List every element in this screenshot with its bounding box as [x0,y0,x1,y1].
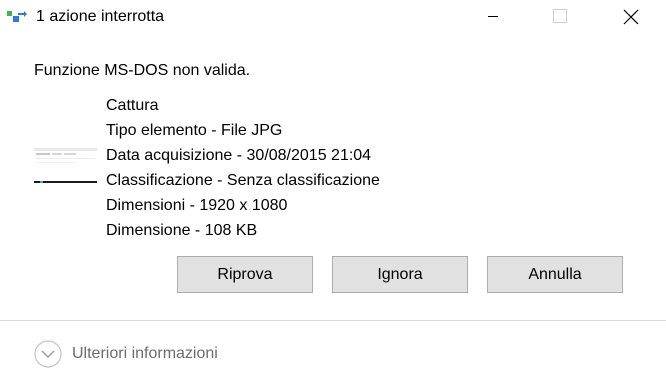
minimize-icon [488,16,498,17]
close-button[interactable] [607,0,653,32]
file-copy-icon [7,10,27,24]
file-type: Tipo elemento - File JPG [106,122,283,139]
minimize-button[interactable] [470,0,516,32]
retry-button[interactable]: Riprova [177,256,313,293]
chevron-down-circle-icon [34,340,62,368]
file-thumbnail [34,148,97,184]
window-title: 1 azione interrotta [36,8,165,25]
file-rating: Classificazione - Senza classificazione [106,172,380,189]
divider [0,320,666,321]
cancel-button[interactable]: Annulla [487,256,623,293]
file-details: Cattura Tipo elemento - File JPG Data ac… [106,93,380,243]
close-icon [623,9,639,25]
file-size: Dimensione - 108 KB [106,222,258,239]
ignore-button[interactable]: Ignora [332,256,468,293]
more-info-label: Ulteriori informazioni [72,345,218,362]
file-date: Data acquisizione - 30/08/2015 21:04 [106,147,372,164]
file-dimensions: Dimensioni - 1920 x 1080 [106,197,288,214]
file-name: Cattura [106,97,159,114]
maximize-button[interactable] [537,0,583,32]
error-message: Funzione MS-DOS non valida. [34,62,251,79]
title-bar: 1 azione interrotta [0,0,666,36]
maximize-icon [553,9,567,23]
